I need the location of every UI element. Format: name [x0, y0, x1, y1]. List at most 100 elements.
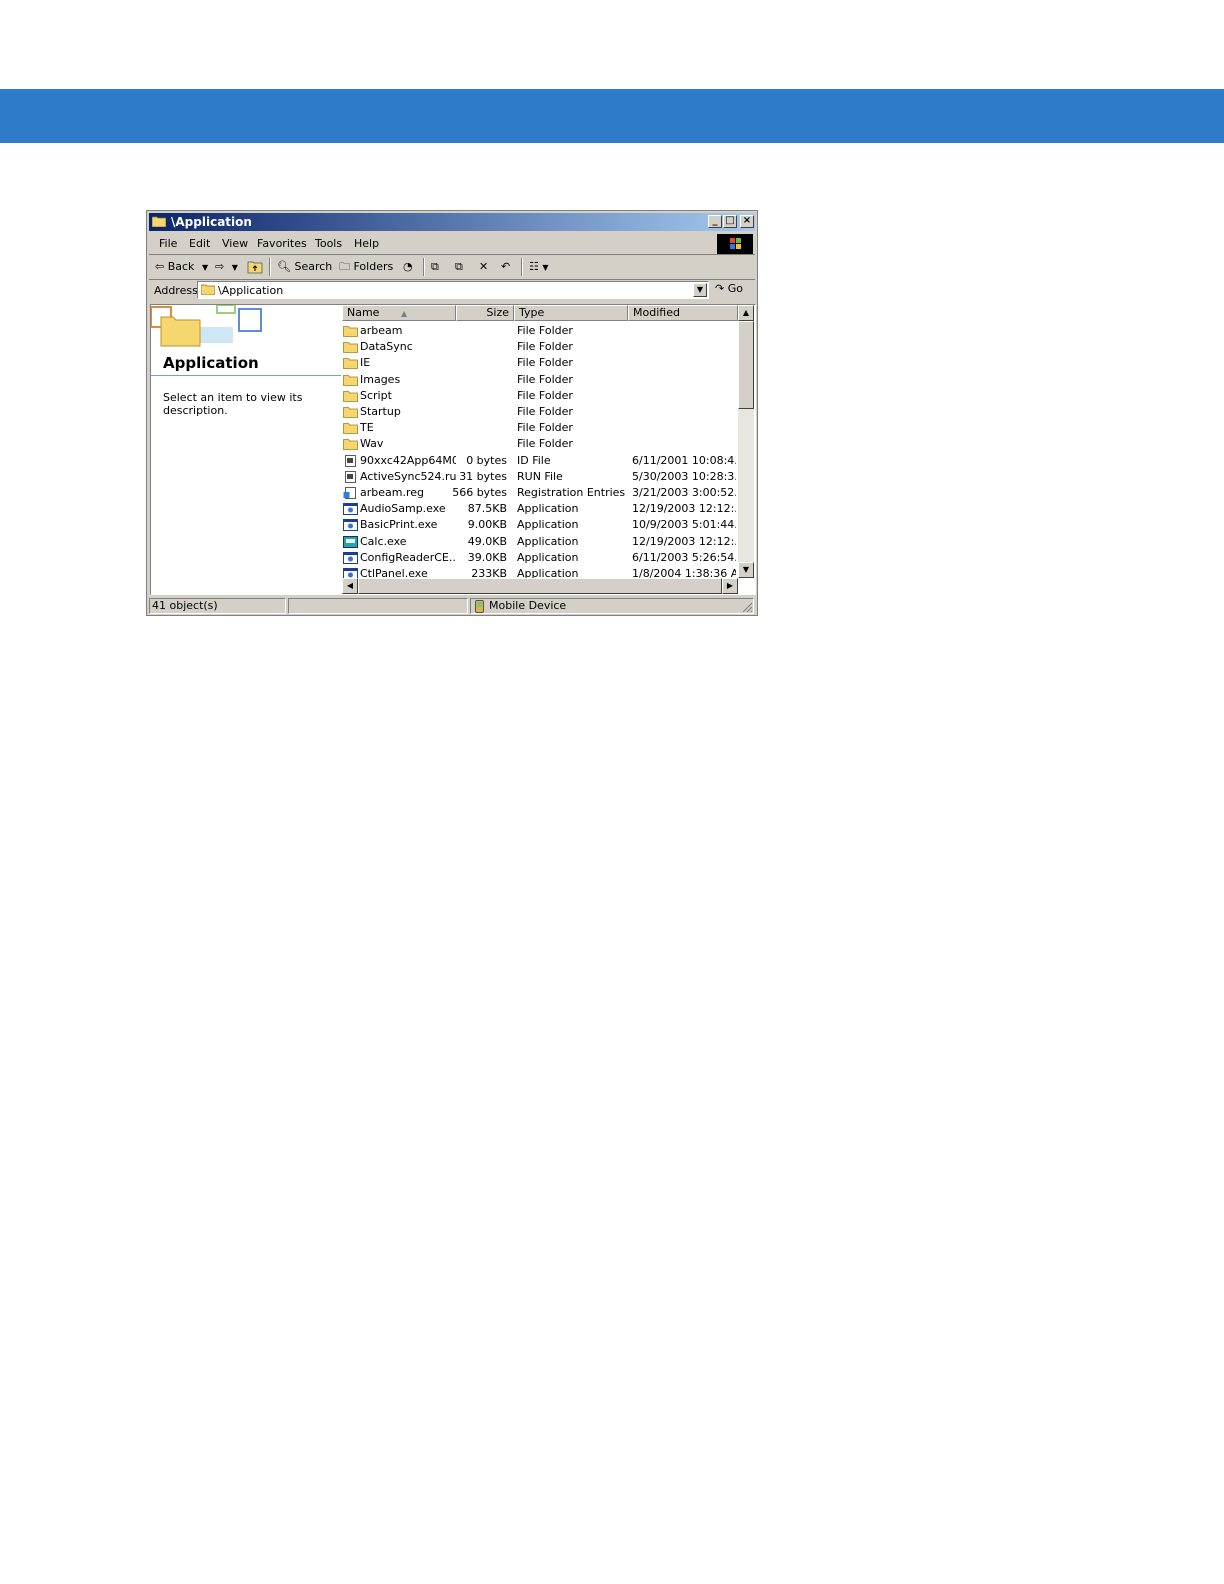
file-icon — [345, 470, 356, 483]
table-row[interactable]: arbeam.reg 566 bytes Registration Entries 3… — [342, 485, 738, 501]
menu-file[interactable]: File — [159, 237, 177, 250]
file-name: ConfigReaderCE.... — [360, 550, 456, 564]
chevron-up-icon: ▲ — [742, 308, 750, 317]
move-to-icon: ⧉ — [431, 260, 439, 273]
copy-to-button[interactable]: ⧉ — [455, 259, 463, 275]
file-type: Application — [517, 502, 579, 516]
views-button[interactable]: ☷ ▼ — [529, 259, 549, 275]
calc-icon — [343, 535, 358, 548]
file-type: Registration Entries — [517, 486, 626, 499]
file-name: 90xxc42App64M0... — [360, 453, 456, 467]
maximize-button[interactable]: □ — [723, 215, 737, 228]
history-button[interactable]: ◔ — [403, 259, 413, 275]
table-row[interactable]: arbeam File Folder — [342, 323, 738, 339]
address-input[interactable]: \Application ▼ — [197, 281, 709, 299]
table-row[interactable]: BasicPrint.exe 9.00KB Application 10/9/2003… — [342, 517, 738, 533]
menu-help[interactable]: Help — [354, 237, 379, 250]
file-size: 87.5KB — [467, 502, 507, 516]
toolbar-separator — [269, 258, 271, 276]
undo-button[interactable]: ↶ — [501, 259, 510, 275]
undo-icon: ↶ — [501, 260, 511, 273]
pane-divider — [151, 375, 341, 376]
windows-logo-icon — [717, 234, 753, 254]
menu-bar: File Edit View Favorites Tools Help — [149, 233, 755, 255]
file-name: arbeam — [360, 324, 403, 337]
up-folder-button[interactable] — [247, 259, 263, 275]
scroll-up-button[interactable]: ▲ — [738, 305, 754, 321]
toolbar-separator — [521, 258, 523, 276]
menu-edit[interactable]: Edit — [189, 237, 210, 250]
address-dropdown-button[interactable]: ▼ — [693, 283, 707, 297]
vertical-scroll-thumb[interactable] — [738, 321, 754, 409]
web-view-pane: Application Select an item to view its d… — [151, 305, 341, 594]
table-row[interactable]: AudioSamp.exe 87.5KB Application 12/19/2003… — [342, 501, 738, 517]
file-modified: 10/9/2003 5:01:44... — [632, 518, 736, 532]
file-type: File Folder — [517, 421, 573, 435]
forward-button[interactable]: ⇨ ▼ — [215, 259, 238, 275]
file-type: File Folder — [517, 340, 573, 354]
file-name: DataSync — [360, 340, 413, 354]
file-name: BasicPrint.exe — [360, 518, 438, 532]
table-row[interactable]: Images File Folder — [342, 372, 738, 388]
column-header-type[interactable]: Type — [514, 305, 628, 321]
views-icon: ☷ — [529, 260, 539, 273]
file-name: Images — [360, 372, 401, 386]
file-list: Name ▲ Size Type Modified arbeam File Fol… — [342, 305, 755, 594]
file-size: 9.00KB — [467, 518, 507, 532]
column-header-name[interactable]: Name ▲ — [342, 305, 456, 321]
folder-icon — [343, 326, 358, 337]
table-row[interactable]: Wav File Folder — [342, 436, 738, 452]
file-type: Application — [517, 518, 579, 532]
table-row[interactable]: DataSync File Folder — [342, 339, 738, 355]
go-label: Go — [727, 282, 743, 295]
horizontal-scroll-thumb[interactable] — [358, 578, 722, 594]
column-header-name-label: Name — [347, 306, 380, 319]
table-row[interactable]: IE File Folder — [342, 355, 738, 371]
status-empty-panel — [288, 598, 468, 614]
table-row[interactable]: Calc.exe 49.0KB Application 12/19/2003 12:1… — [342, 534, 738, 550]
folder-icon — [343, 390, 358, 402]
folders-icon: 🗀 — [339, 260, 350, 273]
menu-view[interactable]: View — [222, 237, 248, 250]
move-to-button[interactable]: ⧉ — [431, 259, 439, 275]
file-name: TE — [360, 421, 374, 435]
column-header-size[interactable]: Size — [456, 305, 514, 321]
file-name: ActiveSync524.run — [360, 469, 456, 483]
column-header-modified[interactable]: Modified — [628, 305, 738, 321]
table-row[interactable]: Script File Folder — [342, 388, 738, 404]
vertical-scrollbar[interactable]: ▲ ▼ — [738, 305, 754, 578]
menu-favorites[interactable]: Favorites — [257, 237, 307, 250]
back-button[interactable]: ⇦ Back ▼ — [155, 259, 208, 275]
folder-icon — [343, 342, 358, 354]
delete-button[interactable]: ✕ — [479, 259, 488, 275]
header-band — [0, 89, 1224, 143]
table-row[interactable]: ConfigReaderCE.... 39.0KB Application 6/11/… — [342, 550, 738, 566]
horizontal-scrollbar[interactable]: ◀ ▶ — [342, 578, 738, 594]
table-row[interactable]: Startup File Folder — [342, 404, 738, 420]
scroll-right-button[interactable]: ▶ — [722, 578, 738, 594]
go-button[interactable]: ↷ Go — [715, 282, 743, 295]
table-row[interactable]: 90xxc42App64M0... 0 bytes ID File 6/11/2001… — [342, 453, 738, 469]
table-row[interactable]: TE File Folder — [342, 420, 738, 436]
chevron-down-icon: ▼ — [231, 263, 238, 272]
title-bar[interactable]: \Application _ □ × — [149, 213, 755, 231]
folders-button[interactable]: 🗀 Folders — [339, 259, 393, 275]
table-row[interactable]: ActiveSync524.run 31 bytes RUN File 5/30/20… — [342, 469, 738, 485]
file-size: 39.0KB — [467, 550, 507, 564]
scroll-down-button[interactable]: ▼ — [738, 562, 754, 578]
chevron-down-icon: ▼ — [201, 263, 209, 272]
resize-grip-icon[interactable] — [741, 601, 753, 613]
address-value: \Application — [218, 284, 284, 297]
pane-title: Application — [163, 354, 259, 372]
folder-icon — [201, 284, 215, 295]
file-size: 0 bytes — [466, 453, 507, 467]
minimize-button[interactable]: _ — [708, 215, 722, 228]
file-name: arbeam.reg — [360, 486, 424, 499]
close-button[interactable]: × — [740, 215, 754, 228]
up-folder-icon — [247, 261, 263, 274]
menu-tools[interactable]: Tools — [315, 237, 342, 250]
search-button[interactable]: 🔍︎ Search — [277, 259, 332, 275]
file-modified: 3/21/2003 3:00:52... — [632, 486, 736, 499]
scroll-left-button[interactable]: ◀ — [342, 578, 358, 594]
address-label: Address — [154, 284, 198, 297]
